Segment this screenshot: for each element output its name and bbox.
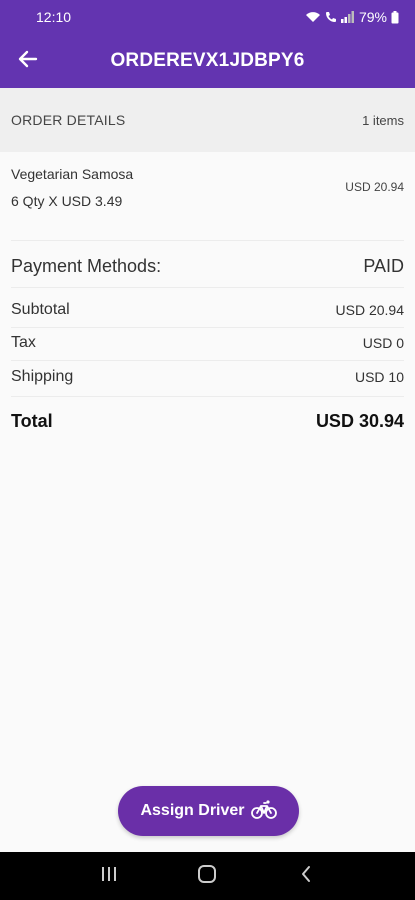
tax-value: USD 0 [362, 335, 404, 351]
total-value: USD 30.94 [315, 410, 404, 431]
home-icon [197, 864, 217, 889]
item-price: USD 20.94 [345, 180, 404, 194]
arrow-left-icon [18, 50, 38, 73]
page-title: ORDEREVX1JDBPY6 [110, 50, 305, 71]
tax-label: Tax [11, 334, 36, 351]
back-button[interactable] [0, 34, 56, 88]
total-label: Total [11, 410, 53, 431]
divider [11, 240, 404, 241]
shipping-row: Shipping USD 10 [11, 361, 404, 393]
app-bar: ORDEREVX1JDBPY6 [0, 34, 415, 88]
item-name: Vegetarian Samosa [11, 166, 134, 182]
shipping-value: USD 10 [354, 369, 404, 385]
assign-driver-label: Assign Driver [140, 802, 245, 819]
shipping-label: Shipping [11, 368, 74, 385]
subtotal-row: Subtotal USD 20.94 [11, 294, 404, 326]
battery-icon [391, 10, 399, 24]
system-back-button[interactable] [286, 856, 326, 896]
call-icon [325, 11, 337, 23]
status-bar: 12:10 79% [0, 0, 415, 34]
payment-status: PAID [363, 255, 404, 276]
recents-icon [100, 866, 118, 887]
battery-percent: 79% [358, 9, 387, 25]
tax-row: Tax USD 0 [11, 327, 404, 359]
item-count: 1 items [362, 112, 404, 128]
order-details-title: ORDER DETAILS [11, 112, 126, 128]
signal-icon [340, 11, 355, 23]
total-row: Total USD 30.94 [11, 403, 404, 439]
assign-driver-button[interactable]: Assign Driver [118, 786, 299, 836]
recents-button[interactable] [89, 856, 129, 896]
divider [11, 287, 404, 288]
status-time: 12:10 [36, 9, 72, 25]
payment-methods-label: Payment Methods: [11, 255, 162, 276]
home-button[interactable] [187, 856, 227, 896]
subtotal-label: Subtotal [11, 301, 70, 318]
status-icons: 79% [305, 9, 399, 25]
item-qty-line: 6 Qty X USD 3.49 [11, 193, 123, 209]
bicycle-icon [250, 799, 277, 824]
divider [11, 396, 404, 397]
order-screen: 12:10 79% ORDEREVX1JDBPY6 ORDER DETAILS … [0, 0, 415, 900]
system-nav-bar [0, 852, 415, 900]
order-item-row: Vegetarian Samosa 6 Qty X USD 3.49 USD 2… [0, 152, 415, 240]
subtotal-value: USD 20.94 [335, 302, 404, 318]
order-details-header: ORDER DETAILS 1 items [0, 88, 415, 152]
back-chevron-icon [300, 865, 312, 888]
wifi-icon [305, 11, 321, 23]
payment-methods-row: Payment Methods: PAID [11, 248, 404, 284]
